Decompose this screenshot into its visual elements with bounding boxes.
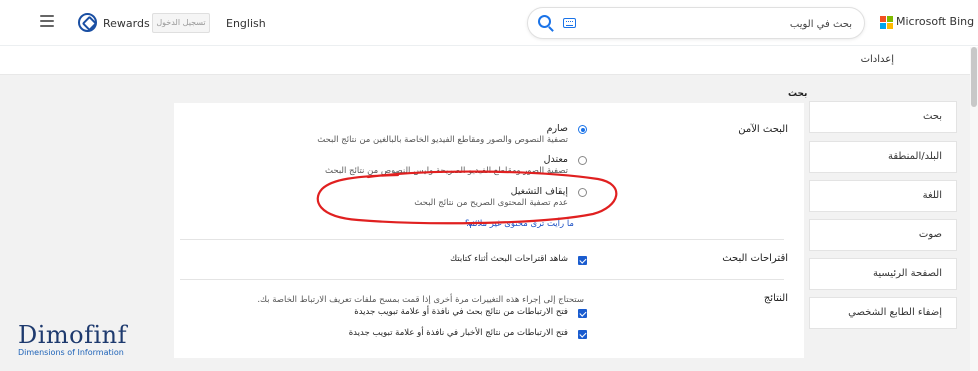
results-note: ستحتاج إلى إجراء هذه التغييرات مرة أخرى … <box>257 295 584 305</box>
nav-item-voice[interactable]: صوت <box>809 219 957 251</box>
microsoft-logo-icon <box>880 16 893 29</box>
inappropriate-content-link[interactable]: ما رأيت ترى محتوى غير ملائم؟ <box>465 219 574 229</box>
page-title: إعدادات <box>860 54 894 65</box>
nav-item-region[interactable]: البلد/المنطقة <box>809 141 957 173</box>
menu-icon[interactable] <box>40 15 54 27</box>
divider <box>180 279 784 280</box>
suggestions-label: اقتراحات البحث <box>722 253 788 264</box>
radio-strict[interactable] <box>578 125 587 134</box>
suggestions-checkbox[interactable] <box>578 256 587 265</box>
watermark-tagline: Dimensions of Information <box>18 348 124 357</box>
search-input[interactable] <box>592 16 852 32</box>
suggestions-checkbox-label: شاهد اقتراحات البحث أثناء كتابتك <box>450 254 568 264</box>
search-box <box>527 7 865 39</box>
results-checkbox-2-label: فتح الارتباطات من نتائج الأخبار في نافذة… <box>348 328 568 338</box>
option-moderate-title: معتدل <box>543 154 568 165</box>
radio-moderate[interactable] <box>578 156 587 165</box>
results-label: النتائج <box>763 293 788 304</box>
language-link[interactable]: English <box>226 17 266 30</box>
nav-item-personalization[interactable]: إضفاء الطابع الشخصي <box>809 297 957 329</box>
scrollbar[interactable] <box>970 47 978 371</box>
search-icon[interactable] <box>538 15 551 28</box>
scroll-thumb[interactable] <box>971 47 977 107</box>
section-label: بحث <box>788 89 808 99</box>
results-checkbox-1[interactable] <box>578 309 587 318</box>
nav-item-homepage[interactable]: الصفحة الرئيسية <box>809 258 957 290</box>
top-header: Rewards تسجيل الدخول English Microsoft B… <box>0 0 978 46</box>
rewards-icon[interactable] <box>78 13 97 32</box>
nav-item-language[interactable]: اللغة <box>809 180 957 212</box>
brand-name: Microsoft Bing <box>896 15 975 28</box>
option-off-desc: عدم تصفية المحتوى الصريح من نتائج البحث <box>414 198 568 208</box>
option-strict-title: صارم <box>546 123 568 134</box>
rewards-link[interactable]: Rewards <box>103 17 150 30</box>
settings-bar: إعدادات <box>0 47 978 75</box>
option-strict-desc: تصفية النصوص والصور ومقاطع الفيديو الخاص… <box>317 135 568 145</box>
option-off-title: إيقاف التشغيل <box>510 186 568 197</box>
radio-off[interactable] <box>578 188 587 197</box>
option-moderate-desc: تصفية الصور ومقاطع الفيديو الصريحة وليس … <box>325 166 568 176</box>
results-checkbox-1-label: فتح الارتباطات من نتائج بحث في نافذة أو … <box>354 307 568 317</box>
keyboard-icon[interactable] <box>563 18 576 28</box>
divider <box>180 239 784 240</box>
safe-search-label: البحث الآمن <box>738 124 788 135</box>
signin-button[interactable]: تسجيل الدخول <box>152 13 210 33</box>
settings-panel: البحث الآمن صارم تصفية النصوص والصور ومق… <box>174 103 804 358</box>
watermark-logo: Dimofinf Dimensions of Information <box>18 323 127 357</box>
watermark-name: Dimofinf <box>18 321 128 349</box>
nav-item-search[interactable]: بحث <box>809 101 957 133</box>
results-checkbox-2[interactable] <box>578 330 587 339</box>
